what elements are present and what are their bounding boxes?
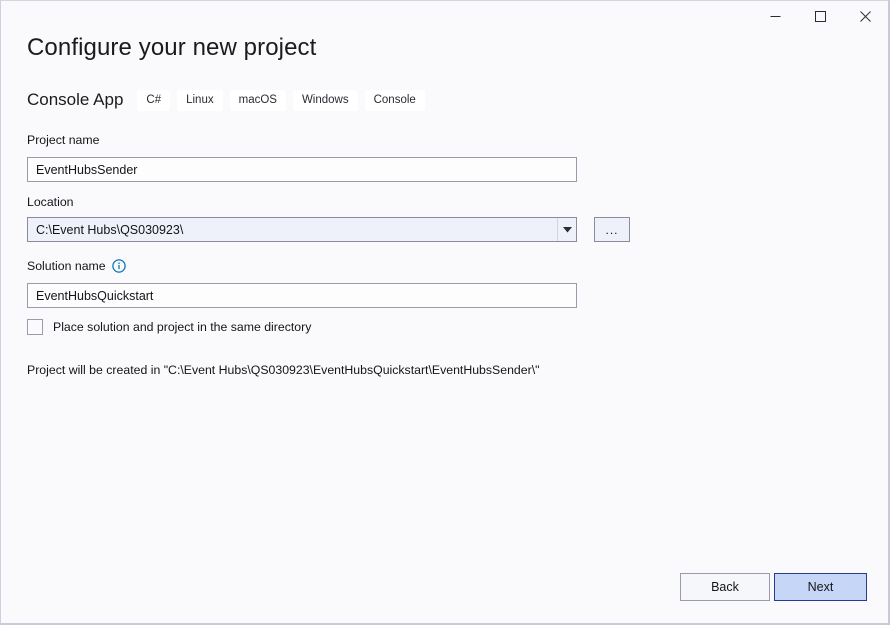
- location-dropdown-button[interactable]: [557, 218, 576, 241]
- configure-project-dialog: Configure your new project Console App C…: [0, 0, 890, 625]
- next-button[interactable]: Next: [774, 573, 867, 601]
- project-name-input[interactable]: [27, 157, 577, 182]
- location-combobox[interactable]: C:\Event Hubs\QS030923\: [27, 217, 577, 242]
- tag-platform-windows: Windows: [293, 90, 358, 111]
- chevron-down-icon: [563, 227, 572, 233]
- window-titlebar: [1, 1, 888, 31]
- close-button[interactable]: [843, 1, 888, 31]
- close-icon: [860, 11, 871, 22]
- project-name-label: Project name: [27, 133, 99, 147]
- place-solution-same-directory-label: Place solution and project in the same d…: [53, 320, 311, 334]
- maximize-button[interactable]: [798, 1, 843, 31]
- location-label: Location: [27, 195, 74, 209]
- template-summary: Console App C# Linux macOS Windows Conso…: [27, 87, 432, 113]
- solution-name-label-row: Solution name: [27, 259, 126, 273]
- tag-platform-macos: macOS: [230, 90, 286, 111]
- browse-location-button[interactable]: ...: [594, 217, 630, 242]
- template-name: Console App: [27, 90, 123, 110]
- place-solution-same-directory-checkbox[interactable]: [27, 319, 43, 335]
- place-solution-same-directory-row[interactable]: Place solution and project in the same d…: [27, 319, 311, 335]
- tag-project-type-console: Console: [365, 90, 425, 111]
- minimize-button[interactable]: [753, 1, 798, 31]
- project-created-in-text: Project will be created in "C:\Event Hub…: [27, 363, 539, 377]
- location-value: C:\Event Hubs\QS030923\: [28, 223, 557, 237]
- back-button[interactable]: Back: [680, 573, 770, 601]
- page-title: Configure your new project: [27, 34, 316, 62]
- minimize-icon: [770, 11, 781, 22]
- tag-language: C#: [137, 90, 170, 111]
- solution-name-input[interactable]: [27, 283, 577, 308]
- info-icon[interactable]: [112, 259, 126, 273]
- solution-name-label: Solution name: [27, 259, 106, 273]
- tag-platform-linux: Linux: [177, 90, 223, 111]
- maximize-icon: [815, 11, 826, 22]
